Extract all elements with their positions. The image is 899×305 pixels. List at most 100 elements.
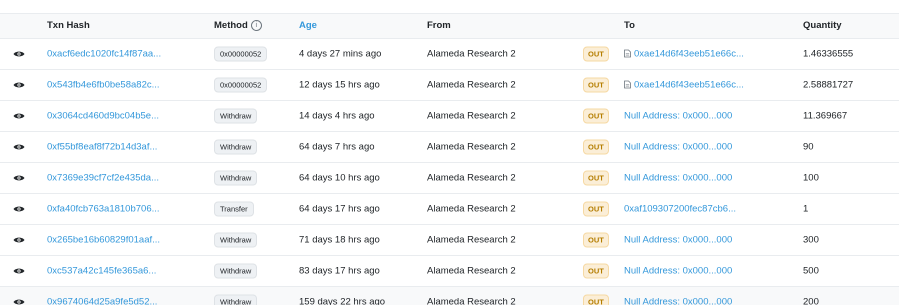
to-address-text[interactable]: Null Address: 0x000...000 (624, 142, 732, 153)
direction-badge: OUT (583, 263, 609, 279)
age-value: 14 days 4 hrs ago (299, 110, 375, 122)
to-address-link[interactable]: 0xae14d6f43eeb51e66c... (624, 80, 744, 91)
from-address: Alameda Research 2 (427, 172, 516, 184)
table-row: 0xfa40fcb763a1810b706... Transfer 64 days … (0, 194, 899, 225)
quantity-value: 100 (803, 172, 819, 184)
to-address-link[interactable]: Null Address: 0x000...000 (624, 235, 732, 246)
age-value: 64 days 7 hrs ago (299, 141, 375, 153)
method-badge: Withdraw (214, 294, 258, 305)
table-row: 0xc537a42c145fe365a6... Withdraw 83 days 1… (0, 256, 899, 287)
quantity-value: 90 (803, 141, 814, 153)
txn-hash-link[interactable]: 0xf55bf8eaf8f72b14d3af... (47, 142, 157, 153)
method-badge: 0x00000052 (214, 77, 268, 93)
direction-badge: OUT (583, 77, 609, 93)
to-address-text[interactable]: Null Address: 0x000...000 (624, 266, 732, 277)
direction-badge: OUT (583, 232, 609, 248)
quantity-value: 300 (803, 234, 819, 246)
table-row: 0x265be16b60829f01aaf... Withdraw 71 days … (0, 225, 899, 256)
header-txn-hash: Txn Hash (47, 20, 90, 31)
txn-hash-link[interactable]: 0xfa40fcb763a1810b706... (47, 204, 160, 215)
txn-hash-link[interactable]: 0x3064cd460d9bc04b5e... (47, 111, 159, 122)
quantity-value: 1.46336555 (803, 48, 854, 60)
age-value: 159 days 22 hrs ago (299, 296, 386, 305)
method-badge: Transfer (214, 201, 254, 217)
from-address: Alameda Research 2 (427, 79, 516, 91)
age-value: 83 days 17 hrs ago (299, 265, 380, 277)
eye-icon[interactable] (13, 112, 25, 120)
age-value: 64 days 17 hrs ago (299, 203, 380, 215)
method-badge: Withdraw (214, 232, 258, 248)
age-value: 12 days 15 hrs ago (299, 79, 380, 91)
to-address-link[interactable]: 0xae14d6f43eeb51e66c... (624, 49, 744, 60)
to-address-text[interactable]: 0xae14d6f43eeb51e66c... (634, 80, 744, 91)
from-address: Alameda Research 2 (427, 296, 516, 305)
eye-icon[interactable] (13, 205, 25, 213)
txn-hash-link[interactable]: 0x7369e39cf7cf2e435da... (47, 173, 159, 184)
eye-icon[interactable] (13, 298, 25, 305)
table-header: Txn Hash Method i Age From To Quantity (0, 13, 899, 39)
quantity-value: 500 (803, 265, 819, 277)
header-age[interactable]: Age (299, 20, 317, 31)
header-to: To (624, 20, 635, 31)
quantity-value: 200 (803, 296, 819, 305)
transactions-table: Txn Hash Method i Age From To Quantity 0x… (0, 0, 899, 305)
to-address-link[interactable]: Null Address: 0x000...000 (624, 142, 732, 153)
document-icon (624, 50, 631, 58)
table-row: 0x7369e39cf7cf2e435da... Withdraw 64 days … (0, 163, 899, 194)
header-quantity: Quantity (803, 20, 842, 31)
info-icon[interactable]: i (250, 20, 262, 31)
to-address-link[interactable]: Null Address: 0x000...000 (624, 266, 732, 277)
from-address: Alameda Research 2 (427, 265, 516, 277)
quantity-value: 2.58881727 (803, 79, 854, 91)
to-address-text[interactable]: Null Address: 0x000...000 (624, 173, 732, 184)
to-address-link[interactable]: Null Address: 0x000...000 (624, 297, 732, 305)
to-address-text[interactable]: Null Address: 0x000...000 (624, 235, 732, 246)
direction-badge: OUT (583, 294, 609, 305)
eye-icon[interactable] (13, 143, 25, 151)
eye-icon[interactable] (13, 81, 25, 89)
header-method-label: Method (214, 20, 248, 32)
age-value: 64 days 10 hrs ago (299, 172, 380, 184)
document-icon (624, 81, 631, 89)
table-row: 0x3064cd460d9bc04b5e... Withdraw 14 days 4… (0, 101, 899, 132)
eye-icon[interactable] (13, 236, 25, 244)
txn-hash-link[interactable]: 0xacf6edc1020fc14f87aa... (47, 49, 161, 60)
method-badge: Withdraw (214, 170, 258, 186)
direction-badge: OUT (583, 46, 609, 62)
table-row: 0xf55bf8eaf8f72b14d3af... Withdraw 64 days… (0, 132, 899, 163)
quantity-value: 11.369667 (803, 110, 848, 122)
to-address-text[interactable]: 0xae14d6f43eeb51e66c... (634, 49, 744, 60)
eye-icon[interactable] (13, 174, 25, 182)
table-row: 0x543fb4e6fb0be58a82c... 0x00000052 12 day… (0, 70, 899, 101)
direction-badge: OUT (583, 201, 609, 217)
age-value: 71 days 18 hrs ago (299, 234, 380, 246)
to-address-text[interactable]: Null Address: 0x000...000 (624, 297, 732, 305)
from-address: Alameda Research 2 (427, 48, 516, 60)
from-address: Alameda Research 2 (427, 203, 516, 215)
eye-icon[interactable] (13, 50, 25, 58)
txn-hash-link[interactable]: 0xc537a42c145fe365a6... (47, 266, 156, 277)
table-row: 0x9674064d25a9fe5d52... Withdraw 159 days … (0, 287, 899, 305)
txn-hash-link[interactable]: 0x9674064d25a9fe5d52... (47, 297, 157, 305)
from-address: Alameda Research 2 (427, 141, 516, 153)
from-address: Alameda Research 2 (427, 234, 516, 246)
table-row: 0xacf6edc1020fc14f87aa... 0x00000052 4 day… (0, 39, 899, 70)
to-address-text[interactable]: Null Address: 0x000...000 (624, 111, 732, 122)
txn-hash-link[interactable]: 0x543fb4e6fb0be58a82c... (47, 80, 160, 91)
method-badge: Withdraw (214, 139, 258, 155)
age-value: 4 days 27 mins ago (299, 48, 382, 60)
method-badge: Withdraw (214, 108, 258, 124)
header-method: Method i (214, 20, 262, 31)
direction-badge: OUT (583, 139, 609, 155)
txn-hash-link[interactable]: 0x265be16b60829f01aaf... (47, 235, 160, 246)
direction-badge: OUT (583, 170, 609, 186)
method-badge: 0x00000052 (214, 46, 268, 62)
to-address-link[interactable]: Null Address: 0x000...000 (624, 173, 732, 184)
eye-icon[interactable] (13, 267, 25, 275)
to-address-link[interactable]: 0xaf109307200fec87cb6... (624, 204, 736, 215)
quantity-value: 1 (803, 203, 809, 215)
method-badge: Withdraw (214, 263, 258, 279)
to-address-text[interactable]: 0xaf109307200fec87cb6... (624, 204, 736, 215)
to-address-link[interactable]: Null Address: 0x000...000 (624, 111, 732, 122)
from-address: Alameda Research 2 (427, 110, 516, 122)
